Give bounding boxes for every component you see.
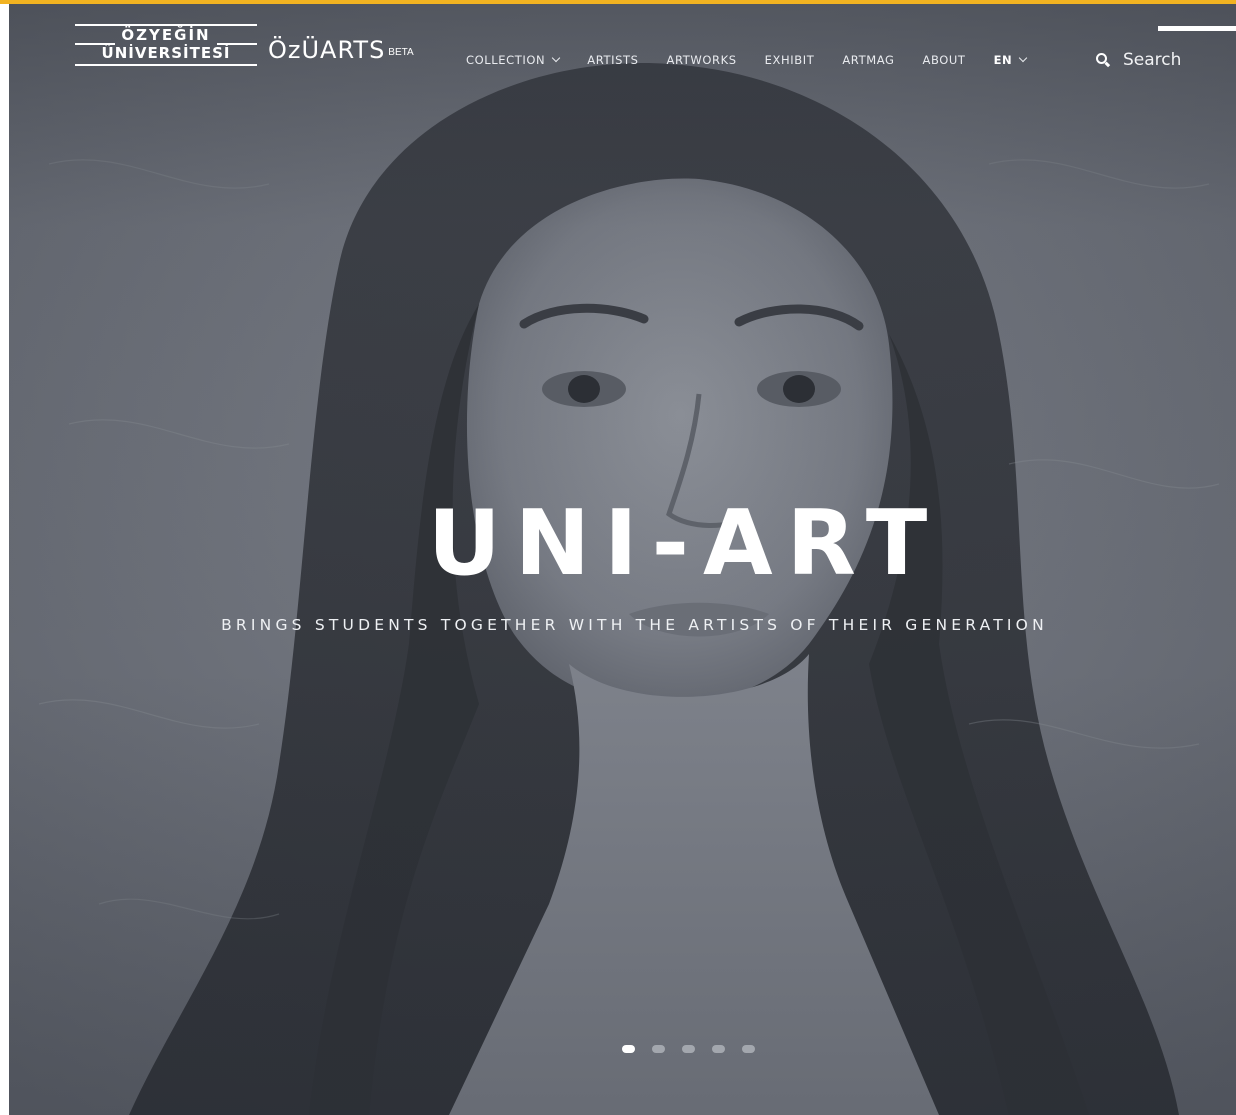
- carousel-dot-5[interactable]: [742, 1045, 755, 1053]
- language-selector[interactable]: EN: [993, 50, 1028, 70]
- nav-item-artworks[interactable]: ARTWORKS: [667, 50, 737, 70]
- search-icon[interactable]: [1096, 53, 1111, 67]
- nav-item-about[interactable]: ABOUT: [923, 50, 966, 70]
- left-gutter: [0, 4, 9, 1115]
- logo-bottom-rule: [75, 64, 257, 66]
- carousel-dot-1[interactable]: [622, 1045, 635, 1053]
- search-box[interactable]: [1096, 48, 1203, 72]
- nav-item-label: ARTWORKS: [666, 53, 737, 67]
- university-name-line2: ÜNİVERSİTESİ: [101, 44, 231, 62]
- search-input[interactable]: [1123, 50, 1203, 70]
- nav-item-label: COLLECTION: [466, 53, 546, 67]
- nav-item-exhibit[interactable]: EXHIBIT: [765, 50, 815, 70]
- hero-subtitle: BRINGS STUDENTS TOGETHER WITH THE ARTIST…: [221, 616, 1048, 634]
- site-logo-text: ÖzÜARTS: [268, 36, 386, 64]
- nav-item-label: EXHIBIT: [764, 53, 815, 67]
- university-logo[interactable]: ÖZYEĞİN ÜNİVERSİTESİ: [75, 24, 257, 78]
- hero-title: UNI-ART: [427, 491, 942, 596]
- site-header: ÖZYEĞİN ÜNİVERSİTESİ ÖzÜARTS BETA COLLEC…: [9, 4, 1236, 104]
- corner-indicator: [1158, 26, 1236, 31]
- nav-item-label: ARTMAG: [842, 53, 895, 67]
- carousel-dot-3[interactable]: [682, 1045, 695, 1053]
- chevron-down-icon: [552, 53, 561, 63]
- nav-item-label: ABOUT: [922, 53, 966, 67]
- language-label: EN: [993, 53, 1013, 67]
- nav-item-collection[interactable]: COLLECTION: [466, 50, 561, 70]
- main-nav: COLLECTION ARTISTS ARTWORKS EXHIBIT ARTM…: [466, 50, 1028, 70]
- chevron-down-icon: [1019, 53, 1028, 63]
- nav-item-artmag[interactable]: ARTMAG: [842, 50, 894, 70]
- hero-slider: ÖZYEĞİN ÜNİVERSİTESİ ÖzÜARTS BETA COLLEC…: [9, 4, 1236, 1115]
- site-logo[interactable]: ÖzÜARTS BETA: [268, 34, 414, 64]
- carousel-dot-2[interactable]: [652, 1045, 665, 1053]
- nav-item-artists[interactable]: ARTISTS: [587, 50, 638, 70]
- university-name-line1: ÖZYEĞİN: [121, 26, 211, 44]
- nav-item-label: ARTISTS: [587, 53, 639, 67]
- carousel-pagination: [622, 1045, 772, 1053]
- carousel-dot-4[interactable]: [712, 1045, 725, 1053]
- beta-badge: BETA: [388, 47, 414, 58]
